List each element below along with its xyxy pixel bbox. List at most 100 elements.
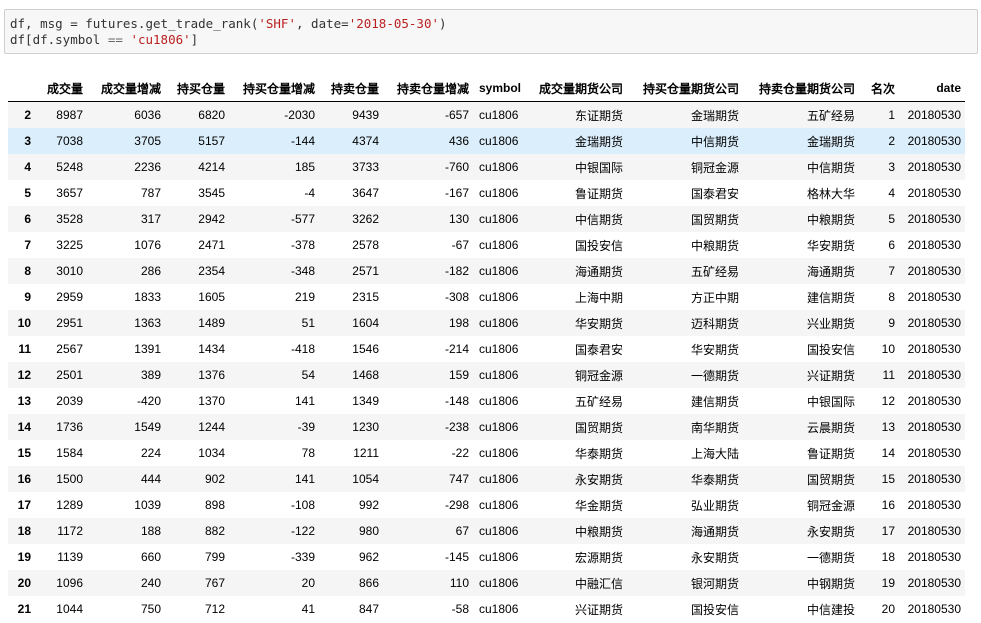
row-index: 20 [17, 576, 31, 590]
table-cell: 永安期货 [574, 472, 623, 487]
table-cell: -182 [444, 264, 469, 278]
code-text: ) [439, 16, 447, 31]
table-cell: 铜冠金源 [690, 160, 739, 175]
code-cell[interactable]: df, msg = futures.get_trade_rank('SHF', … [4, 9, 978, 54]
table-cell: 1363 [134, 316, 161, 330]
table-cell: 中银国际 [574, 160, 623, 175]
table-cell: -58 [451, 602, 469, 616]
table-row: 8 3010 286 2354 -348 2571 -182 cu1806 海通期货 五矿经易 海通… [8, 258, 965, 284]
table-cell: 15 [881, 472, 895, 486]
table-cell: 国投安信 [574, 238, 623, 253]
table-row: 18 1172 188 882 -122 980 67 cu1806 中粮期货 海通期货 永安期货 1… [8, 518, 965, 544]
table-cell: 1054 [352, 472, 379, 486]
table-cell: 882 [204, 524, 225, 538]
table-cell: 51 [301, 316, 315, 330]
table-cell: -378 [290, 238, 315, 252]
table-cell: -108 [290, 498, 315, 512]
table-cell: 兴证期货 [806, 368, 855, 383]
table-cell: 南华期货 [690, 420, 739, 435]
table-cell: 五矿经易 [574, 394, 623, 409]
column-header: 成交量期货公司 [525, 75, 627, 102]
table-cell: 华泰期货 [574, 446, 623, 461]
table-row: 14 1736 1549 1244 -39 1230 -238 cu1806 国贸期货 南华期货 云… [8, 414, 965, 440]
table-cell: 19 [881, 576, 895, 590]
table-cell: 1039 [134, 498, 161, 512]
table-cell: 方正中期 [690, 290, 739, 305]
table-cell: 上海中期 [574, 290, 623, 305]
table-cell: 3010 [56, 264, 83, 278]
table-cell: 20180530 [907, 602, 961, 616]
code-line: df, msg = futures.get_trade_rank('SHF', … [10, 16, 447, 32]
table-cell: 980 [358, 524, 379, 538]
table-cell: 20 [301, 576, 315, 590]
table-cell: cu1806 [479, 576, 519, 590]
table-cell: 1289 [56, 498, 83, 512]
table-cell: 20180530 [907, 576, 961, 590]
table-cell: 902 [204, 472, 225, 486]
table-cell: 3647 [352, 186, 379, 200]
table-cell: 中信期货 [690, 134, 739, 149]
table-cell: 78 [301, 446, 315, 460]
table-cell: 389 [140, 368, 161, 382]
table-cell: 金瑞期货 [690, 108, 739, 123]
table-cell: 130 [448, 212, 469, 226]
table-cell: 20180530 [907, 212, 961, 226]
table-cell: 2039 [56, 394, 83, 408]
table-cell: 3225 [56, 238, 83, 252]
code-text: df[df.symbol [10, 32, 108, 47]
table-cell: 20180530 [907, 472, 961, 486]
table-cell: cu1806 [479, 316, 519, 330]
table-cell: 中粮期货 [574, 524, 623, 539]
table-cell: 20180530 [907, 290, 961, 304]
table-cell: 中信期货 [574, 212, 623, 227]
table-cell: 海通期货 [806, 264, 855, 279]
table-cell: -2030 [284, 108, 315, 122]
table-cell: 13 [881, 420, 895, 434]
table-cell: 20180530 [907, 550, 961, 564]
table-cell: 6036 [134, 108, 161, 122]
table-cell: cu1806 [479, 472, 519, 486]
row-index: 4 [24, 160, 31, 174]
table-cell: 240 [140, 576, 161, 590]
table-cell: 20180530 [907, 134, 961, 148]
table-cell: 224 [140, 446, 161, 460]
table-row: 15 1584 224 1034 78 1211 -22 cu1806 华泰期货 上海大陆 鲁证期货… [8, 440, 965, 466]
row-index: 5 [24, 186, 31, 200]
table-cell: 1 [888, 108, 895, 122]
table-cell: 747 [448, 472, 469, 486]
row-index: 14 [17, 420, 31, 434]
column-header: 持卖仓量 [319, 75, 383, 102]
table-cell: -348 [290, 264, 315, 278]
table-cell: 永安期货 [690, 550, 739, 565]
table-cell: 1230 [352, 420, 379, 434]
table-cell: 2471 [198, 238, 225, 252]
table-cell: 中钢期货 [806, 576, 855, 591]
table-cell: cu1806 [479, 264, 519, 278]
row-index: 2 [24, 108, 31, 122]
table-cell: 2567 [56, 342, 83, 356]
table-cell: -298 [444, 498, 469, 512]
table-cell: 一德期货 [690, 368, 739, 383]
table-cell: 18 [881, 550, 895, 564]
row-index: 8 [24, 264, 31, 278]
table-row: 17 1289 1039 898 -108 992 -298 cu1806 华金期货 弘业期货 铜冠… [8, 492, 965, 518]
table-cell: 1034 [198, 446, 225, 460]
table-cell: 1391 [134, 342, 161, 356]
table-cell: 2571 [352, 264, 379, 278]
table-cell: 1604 [352, 316, 379, 330]
table-row: 12 2501 389 1376 54 1468 159 cu1806 铜冠金源 一德期货 兴证期货… [8, 362, 965, 388]
table-cell: 国投安信 [690, 602, 739, 617]
table-cell: 20180530 [907, 498, 961, 512]
table-cell: -577 [290, 212, 315, 226]
table-cell: 1434 [198, 342, 225, 356]
table-cell: -22 [451, 446, 469, 460]
table-row: 4 5248 2236 4214 185 3733 -760 cu1806 中银国际 铜冠金源 中信… [8, 154, 965, 180]
table-cell: -67 [451, 238, 469, 252]
table-cell: 317 [140, 212, 161, 226]
table-cell: 1549 [134, 420, 161, 434]
table-cell: 6820 [198, 108, 225, 122]
table-cell: 国泰君安 [574, 342, 623, 357]
table-cell: 铜冠金源 [574, 368, 623, 383]
column-header: 成交量 [35, 75, 87, 102]
table-cell: -418 [290, 342, 315, 356]
